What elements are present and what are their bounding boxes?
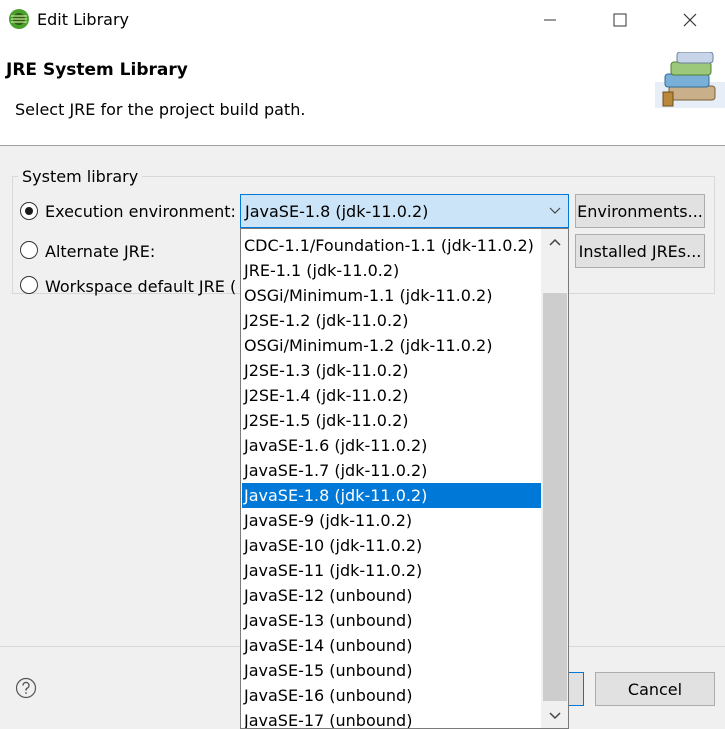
dropdown-item[interactable]: JavaSE-14 (unbound) [242, 633, 544, 658]
group-label: System library [18, 167, 143, 186]
header-banner [0, 40, 725, 146]
dropdown-items: CDC-1.1/Foundation-1.1 (jdk-11.0.2) JRE-1… [242, 233, 544, 728]
minimize-button[interactable] [515, 0, 585, 40]
environments-button[interactable]: Environments... [575, 194, 705, 228]
environment-dropdown-list[interactable]: CDC-1.1/Foundation-1.1 (jdk-11.0.2) JRE-1… [240, 228, 569, 729]
dropdown-item[interactable]: JavaSE-10 (jdk-11.0.2) [242, 533, 544, 558]
dropdown-item[interactable]: JavaSE-17 (unbound) [242, 708, 544, 728]
dropdown-item[interactable]: JavaSE-15 (unbound) [242, 658, 544, 683]
alternate-jre-radio[interactable] [20, 241, 38, 259]
dropdown-item[interactable]: JavaSE-1.7 (jdk-11.0.2) [242, 458, 544, 483]
cancel-button[interactable]: Cancel [595, 672, 715, 706]
dropdown-item[interactable]: J2SE-1.5 (jdk-11.0.2) [242, 408, 544, 433]
dropdown-item[interactable]: JavaSE-12 (unbound) [242, 583, 544, 608]
execution-environment-radio[interactable] [20, 202, 38, 220]
close-icon [683, 13, 697, 27]
dropdown-item[interactable]: JavaSE-16 (unbound) [242, 683, 544, 708]
scroll-down-icon[interactable] [545, 706, 565, 726]
installed-jres-button[interactable]: Installed JREs... [575, 234, 705, 268]
eclipse-icon [9, 9, 29, 29]
workspace-default-jre-label: Workspace default JRE ( [45, 277, 237, 296]
dropdown-item[interactable]: JavaSE-9 (jdk-11.0.2) [242, 508, 544, 533]
minimize-icon [544, 19, 556, 21]
dropdown-item[interactable]: OSGi/Minimum-1.2 (jdk-11.0.2) [242, 333, 544, 358]
window-title: Edit Library [37, 10, 130, 29]
dropdown-item[interactable]: JavaSE-1.6 (jdk-11.0.2) [242, 433, 544, 458]
execution-environment-label: Execution environment: [45, 202, 236, 221]
dropdown-item[interactable]: J2SE-1.2 (jdk-11.0.2) [242, 308, 544, 333]
dropdown-item[interactable]: OSGi/Minimum-1.1 (jdk-11.0.2) [242, 283, 544, 308]
dropdown-item[interactable]: JavaSE-1.8 (jdk-11.0.2) [242, 483, 544, 508]
dropdown-item[interactable]: JavaSE-11 (jdk-11.0.2) [242, 558, 544, 583]
close-button[interactable] [655, 0, 725, 40]
dropdown-item[interactable]: JRE-1.1 (jdk-11.0.2) [242, 258, 544, 283]
finish-button[interactable] [568, 672, 584, 706]
maximize-icon [613, 13, 627, 27]
combo-selected-value: JavaSE-1.8 (jdk-11.0.2) [245, 202, 429, 221]
dropdown-item[interactable]: J2SE-1.3 (jdk-11.0.2) [242, 358, 544, 383]
page-title: JRE System Library [6, 60, 188, 80]
maximize-button[interactable] [585, 0, 655, 40]
library-books-icon [655, 52, 725, 108]
chevron-down-icon [549, 207, 561, 214]
workspace-default-jre-radio[interactable] [20, 276, 38, 294]
alternate-jre-label: Alternate JRE: [45, 242, 156, 261]
scrollbar-thumb[interactable] [543, 293, 567, 701]
dropdown-item[interactable]: J2SE-1.4 (jdk-11.0.2) [242, 383, 544, 408]
scroll-up-icon[interactable] [545, 232, 565, 252]
dropdown-item[interactable]: JavaSE-13 (unbound) [242, 608, 544, 633]
page-description: Select JRE for the project build path. [15, 100, 306, 119]
help-icon[interactable] [15, 677, 37, 699]
dropdown-item[interactable]: CDC-1.1/Foundation-1.1 (jdk-11.0.2) [242, 233, 544, 258]
